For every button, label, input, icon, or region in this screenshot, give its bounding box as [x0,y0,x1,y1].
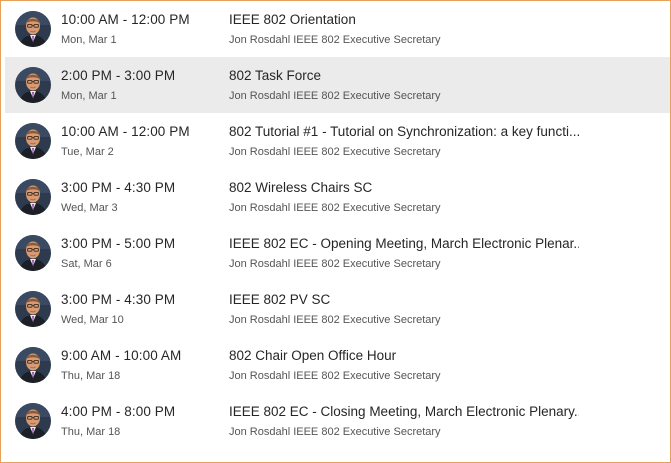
meeting-date: Wed, Mar 10 [61,314,124,326]
meeting-row[interactable]: 10:00 AM - 12:00 PM Mon, Mar 1 IEEE 802 … [5,1,670,57]
meeting-date: Thu, Mar 18 [61,370,121,382]
meeting-host: Jon Rosdahl IEEE 802 Executive Secretary [229,258,441,270]
host-avatar-icon [15,179,51,215]
host-avatar-icon [15,11,51,47]
meeting-time: 4:00 PM - 8:00 PM [61,404,176,419]
meeting-host: Jon Rosdahl IEEE 802 Executive Secretary [229,314,441,326]
meeting-time: 10:00 AM - 12:00 PM [61,124,190,139]
meeting-title: IEEE 802 PV SC [229,292,331,307]
meeting-row[interactable]: 3:00 PM - 4:30 PM Wed, Mar 3 802 Wireles… [5,169,670,225]
meeting-title: 802 Chair Open Office Hour [229,348,397,363]
meeting-row[interactable]: 3:00 PM - 5:00 PM Sat, Mar 6 IEEE 802 EC… [5,225,670,281]
meeting-host: Jon Rosdahl IEEE 802 Executive Secretary [229,202,441,214]
meeting-time: 3:00 PM - 5:00 PM [61,236,176,251]
meeting-list: 10:00 AM - 12:00 PM Mon, Mar 1 IEEE 802 … [5,1,670,449]
meeting-title: IEEE 802 EC - Opening Meeting, March Ele… [229,236,579,251]
meeting-date: Tue, Mar 2 [61,146,114,158]
meeting-row[interactable]: 3:00 PM - 4:30 PM Wed, Mar 10 IEEE 802 P… [5,281,670,337]
host-avatar-icon [15,235,51,271]
meeting-date: Mon, Mar 1 [61,34,117,46]
meeting-time: 10:00 AM - 12:00 PM [61,12,190,27]
meeting-title: IEEE 802 Orientation [229,12,356,27]
host-avatar-icon [15,67,51,103]
host-avatar-icon [15,123,51,159]
host-avatar-icon [15,291,51,327]
meeting-title: 802 Task Force [229,68,322,83]
meeting-row[interactable]: 4:00 PM - 8:00 PM Thu, Mar 18 IEEE 802 E… [5,393,670,449]
host-avatar-icon [15,347,51,383]
meeting-row[interactable]: 2:00 PM - 3:00 PM Mon, Mar 1 802 Task Fo… [5,57,670,113]
meeting-time: 3:00 PM - 4:30 PM [61,180,176,195]
meeting-host: Jon Rosdahl IEEE 802 Executive Secretary [229,34,441,46]
meeting-date: Sat, Mar 6 [61,258,112,270]
meeting-host: Jon Rosdahl IEEE 802 Executive Secretary [229,426,441,438]
meeting-host: Jon Rosdahl IEEE 802 Executive Secretary [229,146,441,158]
meeting-date: Mon, Mar 1 [61,90,117,102]
meeting-time: 9:00 AM - 10:00 AM [61,348,182,363]
meeting-host: Jon Rosdahl IEEE 802 Executive Secretary [229,90,441,102]
meeting-time: 3:00 PM - 4:30 PM [61,292,176,307]
meeting-time: 2:00 PM - 3:00 PM [61,68,176,83]
meeting-title: 802 Tutorial #1 - Tutorial on Synchroniz… [229,124,579,139]
host-avatar-icon [15,403,51,439]
meeting-title: 802 Wireless Chairs SC [229,180,373,195]
meeting-date: Wed, Mar 3 [61,202,118,214]
meeting-list-panel: 10:00 AM - 12:00 PM Mon, Mar 1 IEEE 802 … [0,0,671,463]
meeting-title: IEEE 802 EC - Closing Meeting, March Ele… [229,404,579,419]
meeting-row[interactable]: 9:00 AM - 10:00 AM Thu, Mar 18 802 Chair… [5,337,670,393]
meeting-date: Thu, Mar 18 [61,426,121,438]
meeting-host: Jon Rosdahl IEEE 802 Executive Secretary [229,370,441,382]
meeting-row[interactable]: 10:00 AM - 12:00 PM Tue, Mar 2 802 Tutor… [5,113,670,169]
